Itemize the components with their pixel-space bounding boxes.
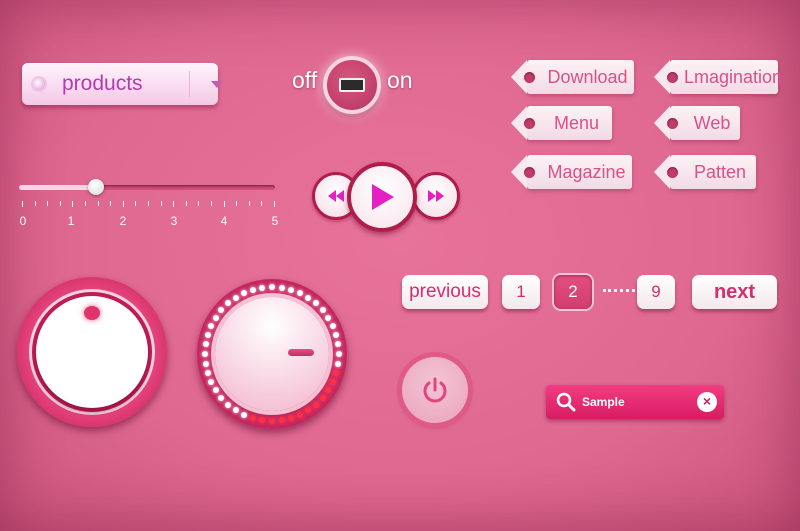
dial-indicator — [288, 349, 314, 356]
tag-web[interactable]: Web — [654, 106, 740, 140]
tag-label: Lmagination — [684, 67, 783, 87]
slider-tick-label: 1 — [67, 214, 75, 228]
power-button[interactable] — [402, 357, 468, 423]
dial-led — [212, 314, 219, 321]
dial-led — [287, 286, 294, 293]
tag-imagination[interactable]: Lmagination — [654, 60, 783, 94]
next-page-button[interactable]: next — [692, 275, 777, 309]
toggle-knob — [339, 78, 365, 92]
page-button-9[interactable]: 9 — [637, 275, 675, 309]
search-input[interactable] — [582, 392, 702, 412]
dial-led — [232, 294, 239, 301]
slider-tick-label: 3 — [170, 214, 178, 228]
tag-label: Download — [547, 67, 628, 87]
tag-patten[interactable]: Patten — [654, 155, 756, 189]
dial-led — [208, 378, 215, 385]
slider-tick — [198, 201, 200, 206]
dial-led — [335, 360, 342, 367]
tag-label: Menu — [553, 113, 600, 133]
slider-tick — [248, 201, 250, 206]
dial-led — [329, 378, 336, 385]
slider-fill — [19, 185, 96, 190]
dial-led — [269, 418, 275, 424]
slider-tick — [211, 201, 212, 206]
tag-hole — [524, 118, 535, 129]
tag-label: Patten — [693, 162, 747, 182]
dial-led — [212, 387, 219, 394]
pagination-ellipsis — [603, 289, 635, 292]
toggle-off-label: off — [292, 67, 318, 93]
dial-led — [336, 351, 342, 357]
dial-led — [296, 411, 303, 418]
tag-hole — [667, 72, 678, 83]
play-icon — [351, 166, 413, 228]
dial-led — [312, 401, 319, 408]
dropdown-selected-label: products — [62, 72, 143, 95]
slider-tick — [110, 201, 112, 206]
dial-led — [250, 286, 257, 293]
previous-page-button[interactable]: previous — [402, 275, 488, 309]
fast-forward-icon — [415, 175, 457, 217]
dial-led — [204, 332, 211, 339]
dial-led — [202, 351, 208, 357]
search-icon — [556, 392, 576, 412]
toggle-on-label: on — [387, 67, 413, 93]
caret-down-icon — [211, 81, 223, 88]
slider-tick — [59, 201, 61, 206]
dial-led — [319, 394, 326, 401]
indicator-led — [33, 78, 45, 90]
tag-hole — [524, 167, 535, 178]
dropdown-divider — [189, 71, 190, 97]
slider-tick — [97, 201, 99, 206]
slider-tick — [223, 201, 225, 207]
dial-led — [278, 284, 285, 291]
page-button-1[interactable]: 1 — [502, 275, 540, 309]
tag-magazine[interactable]: Magazine — [511, 155, 632, 189]
power-icon — [402, 357, 468, 423]
dial-led — [269, 284, 275, 290]
slider-tick — [22, 201, 23, 207]
dial-led — [204, 369, 211, 376]
dial-led — [319, 307, 326, 314]
slider-tick — [85, 201, 86, 206]
slider-tick — [261, 201, 263, 206]
dial-led — [202, 360, 209, 367]
slider-tick — [148, 201, 149, 206]
slider-tick — [135, 201, 137, 206]
dial-led — [278, 417, 285, 424]
on-off-toggle[interactable] — [323, 56, 381, 114]
knob-indicator — [84, 306, 100, 320]
slider-tick — [47, 201, 49, 206]
slider-tick — [34, 201, 36, 206]
tag-hole — [667, 167, 678, 178]
fast-forward-button[interactable] — [412, 172, 460, 220]
slider-tick — [122, 201, 124, 207]
play-button[interactable] — [347, 162, 417, 232]
tag-menu[interactable]: Menu — [511, 106, 612, 140]
tag-download[interactable]: Download — [511, 60, 634, 94]
page-button-2[interactable]: 2 — [554, 275, 592, 309]
dial-led — [296, 290, 303, 297]
tag-label: Magazine — [547, 162, 626, 182]
slider-tick — [173, 201, 175, 207]
dial-led — [305, 294, 312, 301]
slider-tick — [72, 201, 74, 207]
tag-hole — [667, 118, 678, 129]
slider-tick — [274, 201, 275, 207]
tag-label: Web — [693, 113, 731, 133]
tag-hole — [524, 72, 535, 83]
close-icon[interactable]: × — [697, 392, 717, 412]
slider-tick-label: 4 — [220, 214, 228, 228]
slider-thumb[interactable] — [87, 179, 104, 195]
dial-led — [225, 401, 232, 408]
slider-tick-label: 5 — [271, 214, 279, 228]
products-dropdown[interactable]: products — [22, 63, 223, 105]
slider-tick-label: 0 — [19, 214, 27, 228]
slider-tick — [185, 201, 187, 206]
slider-tick — [236, 201, 238, 206]
slider-tick-label: 2 — [119, 214, 127, 228]
slider-tick — [160, 201, 162, 206]
